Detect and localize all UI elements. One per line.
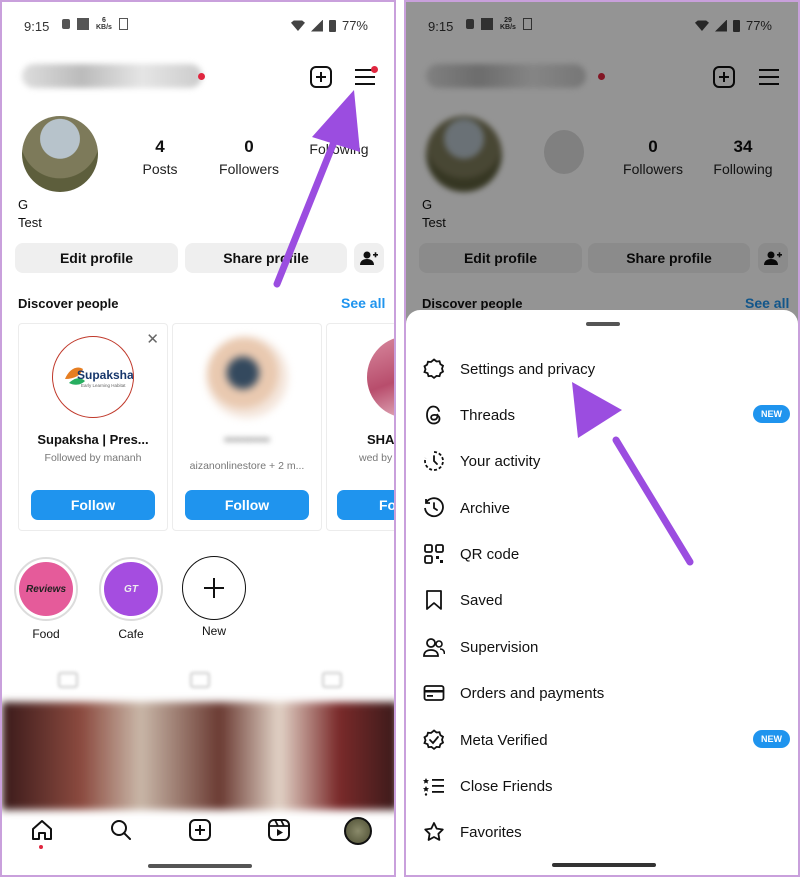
bottom-nav bbox=[2, 817, 394, 851]
suggestion-followed-by: wed by _by_naj bbox=[359, 452, 394, 464]
posts-stat[interactable]: 4 Posts bbox=[115, 137, 205, 177]
discover-people-title: Discover people bbox=[18, 296, 119, 311]
new-badge: NEW bbox=[753, 730, 790, 748]
menu-sheet: Settings and privacy Threads NEW Your ac… bbox=[406, 310, 798, 875]
gesture-bar bbox=[552, 863, 656, 867]
download-icon bbox=[118, 18, 128, 30]
archive-icon bbox=[422, 496, 446, 520]
battery-icon bbox=[328, 19, 336, 32]
status-bar: 9:15 6 KB/s 77% bbox=[2, 2, 394, 50]
highlight-food[interactable]: Reviews Food bbox=[14, 557, 78, 641]
suggestion-followed-by: Followed by mananh bbox=[44, 452, 142, 464]
card-icon bbox=[422, 681, 446, 705]
menu-item-settings-and-privacy[interactable]: Settings and privacy bbox=[420, 349, 790, 389]
bookmark-icon bbox=[422, 588, 446, 612]
suggestion-name: SHAH bbox=[367, 432, 395, 447]
menu-item-meta-verified[interactable]: Meta Verified NEW bbox=[420, 720, 790, 760]
follow-button[interactable]: Follow bbox=[31, 490, 155, 520]
supaksha-logo: Supaksha Early Learning Habitat bbox=[65, 367, 133, 388]
menu-item-archive[interactable]: Archive bbox=[420, 488, 790, 528]
reels-tab-icon[interactable] bbox=[190, 672, 210, 688]
create-icon[interactable] bbox=[187, 817, 213, 843]
menu-item-your-activity[interactable]: Your activity bbox=[420, 441, 790, 481]
profile-screen-menu-open: 9:15 29 KB/s 77% 0 Followers 34 Following… bbox=[404, 0, 800, 877]
svg-text:Early Learning Habitat: Early Learning Habitat bbox=[81, 383, 126, 388]
discover-people-button[interactable] bbox=[354, 243, 384, 273]
gear-icon bbox=[422, 357, 446, 381]
activity-icon bbox=[422, 449, 446, 473]
menu-item-supervision[interactable]: Supervision bbox=[420, 627, 790, 667]
list-star-icon bbox=[422, 774, 446, 798]
profile-name: G bbox=[18, 197, 29, 212]
posts-grid[interactable] bbox=[2, 702, 394, 810]
follow-button[interactable]: Follow bbox=[185, 490, 309, 520]
suggestion-name: Supaksha | Pres... bbox=[37, 432, 149, 447]
followers-stat[interactable]: 0 Followers bbox=[204, 137, 294, 177]
follow-button[interactable]: Fo bbox=[337, 490, 394, 520]
qr-code-icon bbox=[422, 542, 446, 566]
see-all-link[interactable]: See all bbox=[341, 295, 385, 311]
suggestion-card[interactable]: ✕ Supaksha Early Learning Habitat Supaks… bbox=[18, 323, 168, 531]
reels-icon[interactable] bbox=[266, 817, 292, 843]
gesture-bar bbox=[148, 864, 252, 868]
profile-tab-avatar[interactable] bbox=[344, 817, 372, 845]
tagged-tab-icon[interactable] bbox=[322, 672, 342, 688]
avatar[interactable] bbox=[22, 116, 98, 192]
add-user-icon bbox=[360, 251, 378, 265]
grid-tab-icon[interactable] bbox=[58, 672, 78, 688]
create-post-button[interactable] bbox=[310, 66, 332, 88]
new-badge: NEW bbox=[753, 405, 790, 423]
profile-bio: Test bbox=[18, 215, 42, 230]
search-icon[interactable] bbox=[108, 817, 134, 843]
supervision-icon bbox=[422, 635, 446, 659]
notification-icon bbox=[62, 19, 70, 29]
app-icon bbox=[77, 18, 89, 30]
new-highlight-button[interactable]: New bbox=[182, 556, 246, 638]
following-stat[interactable]: Following bbox=[294, 137, 384, 157]
menu-item-threads[interactable]: Threads NEW bbox=[420, 395, 790, 435]
profile-screen: 9:15 6 KB/s 77% 4 Posts 0 Followers Follo… bbox=[0, 0, 396, 877]
suggestion-avatar[interactable] bbox=[367, 336, 394, 418]
menu-item-qr-code[interactable]: QR code bbox=[420, 534, 790, 574]
home-icon[interactable] bbox=[29, 817, 55, 843]
threads-icon bbox=[422, 403, 446, 427]
signal-icon bbox=[310, 19, 323, 32]
suggestion-avatar[interactable]: Supaksha Early Learning Habitat bbox=[52, 336, 134, 418]
suggestion-followed-by: aizanonlinestore + 2 m... bbox=[189, 460, 305, 472]
star-icon bbox=[422, 820, 446, 844]
suggestion-card[interactable]: •••••••••• aizanonlinestore + 2 m... Fol… bbox=[172, 323, 322, 531]
suggestion-name: •••••••••• bbox=[224, 432, 270, 447]
edit-profile-button[interactable]: Edit profile bbox=[15, 243, 178, 273]
menu-item-close-friends[interactable]: Close Friends bbox=[420, 766, 790, 806]
plus-icon bbox=[204, 578, 224, 598]
account-dot bbox=[198, 73, 205, 80]
wifi-icon bbox=[290, 20, 305, 31]
menu-item-saved[interactable]: Saved bbox=[420, 580, 790, 620]
menu-notification-dot bbox=[371, 66, 378, 73]
dismiss-icon[interactable]: ✕ bbox=[146, 330, 159, 348]
battery-level: 77% bbox=[341, 18, 368, 33]
username[interactable] bbox=[22, 64, 202, 88]
share-profile-button[interactable]: Share profile bbox=[185, 243, 347, 273]
home-dot bbox=[39, 845, 43, 849]
highlight-cafe[interactable]: GT Cafe bbox=[99, 557, 163, 641]
menu-item-favorites[interactable]: Favorites bbox=[420, 812, 790, 852]
suggestion-card[interactable]: SHAH wed by _by_naj Fo bbox=[326, 323, 395, 531]
verified-icon bbox=[422, 728, 446, 752]
status-time: 9:15 bbox=[24, 19, 50, 34]
svg-text:Supaksha: Supaksha bbox=[77, 368, 133, 382]
sheet-handle[interactable] bbox=[586, 322, 620, 326]
menu-item-orders-and-payments[interactable]: Orders and payments bbox=[420, 673, 790, 713]
speed-icon: 6 KB/s bbox=[96, 17, 112, 31]
suggestion-avatar[interactable] bbox=[206, 336, 288, 418]
